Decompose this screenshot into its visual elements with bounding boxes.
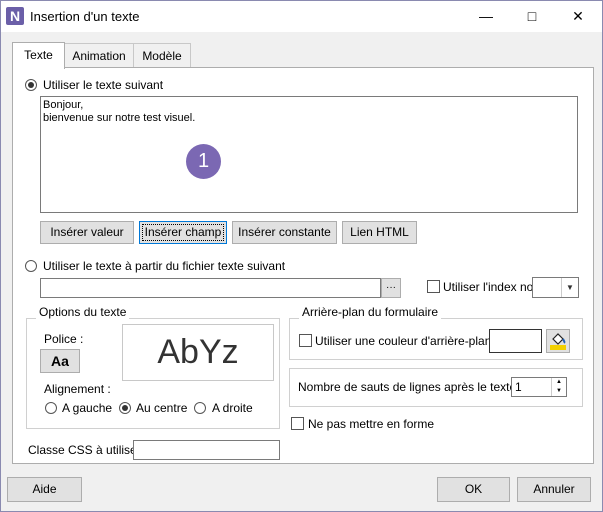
use-index-label: Utiliser l'index no	[443, 280, 534, 294]
alignment-label: Alignement :	[44, 382, 111, 396]
use-file-radio[interactable]	[25, 260, 37, 272]
align-left-radio[interactable]	[45, 402, 57, 414]
use-index-checkbox[interactable]	[427, 280, 440, 293]
tab-modele[interactable]: Modèle	[133, 43, 191, 68]
align-left-label: A gauche	[62, 401, 113, 415]
use-bg-color-label: Utiliser une couleur d'arrière-plan	[315, 334, 492, 348]
insert-value-button[interactable]: Insérer valeur	[40, 221, 134, 244]
step-marker: 1	[186, 144, 221, 179]
line-breaks-label: Nombre de sauts de lignes après le texte…	[298, 380, 523, 394]
app-icon: N	[6, 7, 24, 25]
color-picker-button[interactable]	[546, 329, 570, 353]
use-file-label: Utiliser le texte à partir du fichier te…	[43, 259, 286, 273]
font-label: Police :	[44, 332, 84, 346]
ok-button[interactable]: OK	[437, 477, 510, 502]
cancel-button[interactable]: Annuler	[517, 477, 591, 502]
paint-bucket-icon	[550, 333, 566, 350]
close-icon[interactable]: ✕	[555, 1, 601, 32]
align-center-label: Au centre	[136, 401, 188, 415]
tab-animation[interactable]: Animation	[63, 43, 135, 68]
background-legend: Arrière-plan du formulaire	[299, 305, 442, 319]
bg-color-swatch[interactable]	[489, 329, 542, 353]
maximize-icon[interactable]: □	[509, 1, 555, 32]
use-text-label: Utiliser le texte suivant	[43, 78, 164, 92]
spin-down-icon[interactable]: ▼	[551, 387, 566, 396]
use-text-radio[interactable]	[25, 79, 37, 91]
insert-field-button[interactable]: Insérer champ	[139, 221, 227, 244]
line-breaks-value: 1	[515, 380, 522, 394]
spin-up-icon[interactable]: ▲	[551, 378, 566, 387]
use-bg-color-checkbox[interactable]	[299, 334, 312, 347]
browse-button[interactable]: ···	[381, 278, 401, 298]
text-content-area[interactable]: Bonjour, bienvenue sur notre test visuel…	[40, 96, 578, 213]
align-right-radio[interactable]	[194, 402, 206, 414]
font-preview: AbYz	[122, 324, 274, 381]
css-class-label: Classe CSS à utiliser	[28, 443, 141, 457]
html-link-button[interactable]: Lien HTML	[342, 221, 417, 244]
insert-constant-button[interactable]: Insérer constante	[232, 221, 337, 244]
font-button[interactable]: Aa	[40, 349, 80, 373]
minimize-icon[interactable]: —	[463, 1, 509, 32]
help-button[interactable]: Aide	[7, 477, 82, 502]
no-format-label: Ne pas mettre en forme	[308, 417, 435, 431]
dialog-window: N Insertion d'un texte — □ ✕ Texte Anima…	[0, 0, 603, 512]
chevron-down-icon[interactable]: ▼	[561, 278, 578, 297]
title-bar: N Insertion d'un texte — □ ✕	[1, 1, 602, 32]
file-path-input[interactable]	[40, 278, 381, 298]
text-options-legend: Options du texte	[36, 305, 130, 319]
align-right-label: A droite	[212, 401, 253, 415]
window-title: Insertion d'un texte	[30, 9, 140, 24]
css-class-input[interactable]	[133, 440, 280, 460]
no-format-checkbox[interactable]	[291, 417, 304, 430]
tab-texte[interactable]: Texte	[12, 42, 65, 69]
line-breaks-spinner[interactable]: 1 ▲ ▼	[511, 377, 567, 397]
index-select[interactable]: ▼	[532, 277, 579, 298]
align-center-radio[interactable]	[119, 402, 131, 414]
